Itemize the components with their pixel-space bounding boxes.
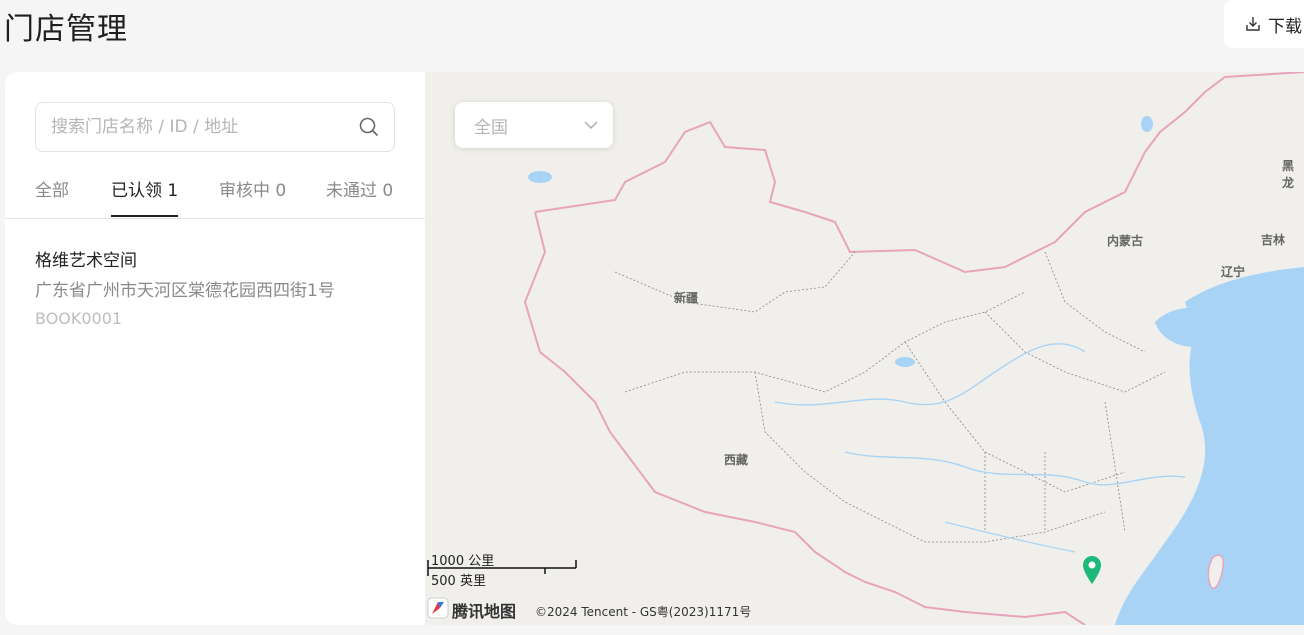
page-title: 门店管理 — [4, 12, 128, 47]
store-list-item[interactable]: 格维艺术空间 广东省广州市天河区棠德花园西四街1号 BOOK0001 — [35, 250, 405, 330]
store-list-panel: 全部 已认领 1 审核中 0 未通过 0 格维艺术空间 广东省广州市天河区棠德花… — [5, 72, 425, 625]
region-select-value: 全国 — [474, 117, 508, 138]
map-label-liaoning: 辽宁 — [1221, 265, 1246, 279]
download-button[interactable]: 下载 — [1224, 0, 1304, 48]
map-copyright: ©2024 Tencent - GS粤(2023)1171号 — [535, 605, 752, 619]
tab-rejected[interactable]: 未通过 0 — [326, 176, 393, 215]
map-pin-icon[interactable] — [1081, 555, 1103, 585]
store-id: BOOK0001 — [35, 309, 123, 328]
map-label-xizang: 西藏 — [724, 453, 749, 467]
tab-all[interactable]: 全部 — [35, 176, 69, 215]
map-view[interactable]: 全国 新疆 西藏 内蒙古 吉林 辽宁 黑龙 1000 公里 500 英里 腾讯地… — [425, 72, 1304, 625]
tencent-map-logo: 腾讯地图 — [427, 597, 516, 623]
map-canvas — [523, 72, 1304, 625]
map-brand-text: 腾讯地图 — [452, 602, 517, 621]
store-name: 格维艺术空间 — [35, 251, 137, 271]
tab-reviewing[interactable]: 审核中 0 — [219, 176, 286, 215]
map-label-heilongjiang: 黑龙 — [1282, 159, 1295, 190]
tencent-map-logo-icon — [427, 597, 449, 623]
map-label-jilin: 吉林 — [1261, 233, 1286, 247]
search-box — [35, 102, 395, 152]
chevron-down-icon — [583, 117, 599, 133]
download-icon — [1244, 15, 1262, 33]
scale-miles: 500 英里 — [431, 574, 486, 589]
tab-claimed[interactable]: 已认领 1 — [111, 176, 179, 217]
region-select[interactable]: 全国 — [455, 102, 613, 148]
search-input[interactable] — [36, 116, 358, 138]
store-address: 广东省广州市天河区棠德花园西四街1号 — [35, 281, 335, 301]
download-label: 下载 — [1268, 16, 1302, 37]
status-tabs: 全部 已认领 1 审核中 0 未通过 0 — [5, 168, 425, 219]
search-icon[interactable] — [358, 116, 380, 138]
map-label-neimenggu: 内蒙古 — [1107, 234, 1144, 248]
map-label-xinjiang: 新疆 — [674, 291, 699, 305]
